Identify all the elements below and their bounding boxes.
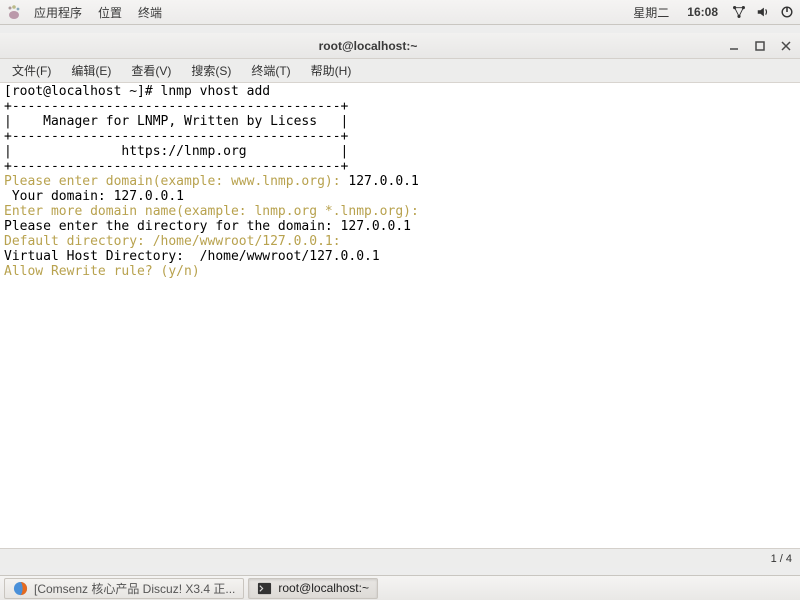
term-line: | https://lnmp.org |: [4, 144, 348, 159]
status-page: 1 / 4: [771, 553, 792, 565]
taskbar-item-firefox[interactable]: [Comsenz 核心产品 Discuz! X3.4 正...: [4, 578, 244, 599]
terminal-menubar: 文件(F) 编辑(E) 查看(V) 搜索(S) 终端(T) 帮助(H): [0, 59, 800, 83]
close-button[interactable]: [780, 40, 792, 52]
term-prompt: Allow Rewrite rule? (y/n): [4, 264, 208, 279]
menu-terminal[interactable]: 终端: [134, 2, 166, 23]
term-line: +---------------------------------------…: [4, 159, 348, 174]
term-line: 127.0.0.1: [262, 234, 332, 249]
terminal-content[interactable]: [root@localhost ~]# lnmp vhost add +----…: [0, 83, 800, 548]
menu-search[interactable]: 搜索(S): [181, 59, 241, 82]
term-line: | Manager for LNMP, Written by Licess |: [4, 114, 348, 129]
taskbar-item-label: root@localhost:~: [278, 581, 369, 595]
term-line: :: [333, 234, 341, 249]
terminal-window: root@localhost:~ 文件(F) 编辑(E) 查看(V) 搜索(S)…: [0, 33, 800, 568]
maximize-button[interactable]: [754, 40, 766, 52]
menu-help[interactable]: 帮助(H): [301, 59, 362, 82]
menu-edit[interactable]: 编辑(E): [61, 59, 121, 82]
menu-places[interactable]: 位置: [94, 2, 126, 23]
gnome-bottom-panel: [Comsenz 核心产品 Discuz! X3.4 正... root@loc…: [0, 575, 800, 600]
window-titlebar[interactable]: root@localhost:~: [0, 33, 800, 59]
minimize-button[interactable]: [728, 40, 740, 52]
term-line: Default directory: /home/wwwroot/: [4, 234, 262, 249]
term-line: +---------------------------------------…: [4, 129, 348, 144]
gnome-top-panel: 应用程序 位置 终端 星期二 16:08: [0, 0, 800, 25]
term-line: +---------------------------------------…: [4, 99, 348, 114]
terminal-icon: [257, 581, 272, 596]
term-line: Virtual Host Directory: /home/wwwroot/12…: [4, 249, 380, 264]
firefox-icon: [13, 581, 28, 596]
gnome-foot-icon: [6, 4, 22, 20]
term-prompt: Enter more domain name(example: lnmp.org…: [4, 204, 427, 219]
network-icon[interactable]: [732, 5, 746, 19]
taskbar-item-label: [Comsenz 核心产品 Discuz! X3.4 正...: [34, 580, 235, 597]
volume-icon[interactable]: [756, 5, 770, 19]
menu-file[interactable]: 文件(F): [2, 59, 61, 82]
term-input-value: 127.0.0.1: [341, 219, 411, 234]
taskbar-item-terminal[interactable]: root@localhost:~: [248, 578, 378, 599]
terminal-statusbar: 1 / 4: [0, 548, 800, 568]
term-line: Please enter the directory for the domai…: [4, 219, 341, 234]
menu-applications[interactable]: 应用程序: [30, 2, 86, 23]
term-line: [root@localhost ~]# lnmp vhost add: [4, 84, 270, 99]
menu-terminal-m[interactable]: 终端(T): [241, 59, 300, 82]
term-prompt: Please enter domain(example: www.lnmp.or…: [4, 174, 348, 189]
desktop: root@localhost:~ 文件(F) 编辑(E) 查看(V) 搜索(S)…: [0, 25, 800, 575]
clock-time[interactable]: 16:08: [683, 3, 722, 21]
term-input-value: 127.0.0.1: [348, 174, 418, 189]
window-title: root@localhost:~: [8, 39, 728, 53]
menu-view[interactable]: 查看(V): [121, 59, 181, 82]
term-line: Your domain: 127.0.0.1: [4, 189, 184, 204]
clock-day[interactable]: 星期二: [629, 2, 673, 23]
power-icon[interactable]: [780, 5, 794, 19]
